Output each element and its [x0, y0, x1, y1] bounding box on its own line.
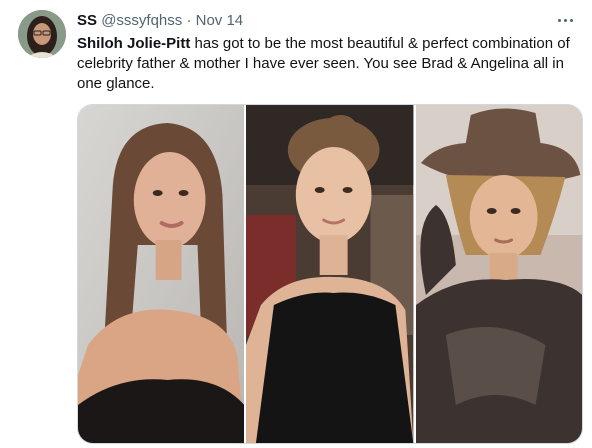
- tweet-media[interactable]: [77, 104, 583, 444]
- more-dot: [569, 18, 573, 22]
- media-photo-2[interactable]: [244, 105, 416, 443]
- more-options-button[interactable]: [552, 9, 578, 31]
- tweet-card[interactable]: SS @sssyfqhss · Nov 14 Shiloh Jolie-Pitt…: [0, 0, 592, 448]
- tweet-date[interactable]: Nov 14: [196, 12, 244, 29]
- tweet-header: SS @sssyfqhss · Nov 14: [77, 11, 243, 31]
- tweet-mention-text: Shiloh Jolie-Pitt: [77, 35, 191, 52]
- media-photo-1[interactable]: [78, 105, 245, 443]
- more-horizontal-icon: [557, 18, 561, 22]
- display-name[interactable]: SS: [77, 12, 97, 29]
- meta-separator: ·: [186, 12, 192, 29]
- user-avatar[interactable]: [18, 10, 66, 58]
- more-dot: [563, 18, 567, 22]
- user-handle[interactable]: @sssyfqhss: [101, 12, 182, 29]
- tweet-text: Shiloh Jolie-Pitt has got to be the most…: [77, 34, 577, 94]
- media-photo-3[interactable]: [415, 105, 582, 443]
